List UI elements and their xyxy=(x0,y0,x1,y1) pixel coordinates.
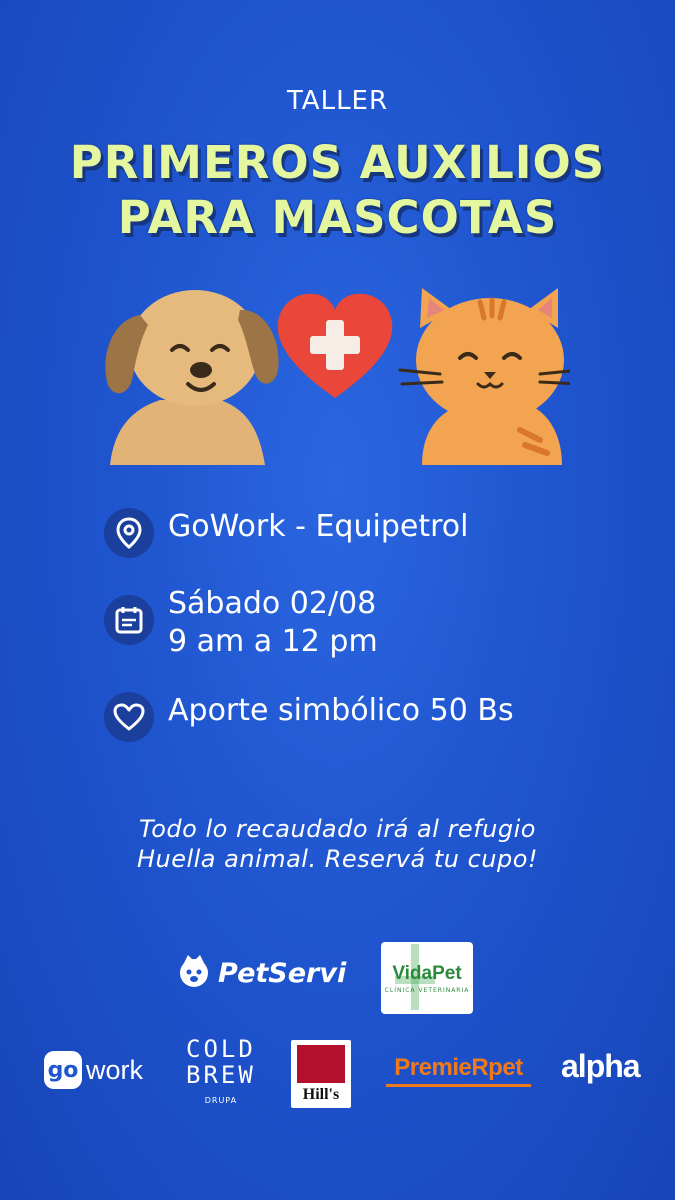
calendar-icon xyxy=(104,595,154,645)
vidapet-subtext: CLÍNICA VETERINARIA xyxy=(384,986,470,994)
location-row: GoWork - Equipetrol xyxy=(104,508,468,558)
price-row: Aporte simbólico 50 Bs xyxy=(104,692,514,742)
coldbrew-line-2: BREW xyxy=(186,1061,256,1089)
pets-illustration xyxy=(105,288,570,465)
heart-cross-icon xyxy=(277,293,393,398)
dog-icon xyxy=(105,290,279,465)
price-text: Aporte simbólico 50 Bs xyxy=(168,693,514,728)
coldbrew-sub: DRUPA xyxy=(204,1096,238,1105)
time-text: 9 am a 12 pm xyxy=(168,624,378,659)
location-pin-icon xyxy=(104,508,154,558)
fundraising-note: Todo lo recaudado irá al refugio Huella … xyxy=(0,814,675,874)
gowork-logo: go work xyxy=(44,1051,143,1089)
dog-paw-icon xyxy=(176,953,212,993)
cat-icon xyxy=(398,288,570,465)
date-row: Sábado 02/08 9 am a 12 pm xyxy=(104,585,378,661)
petservi-logo: PetServi xyxy=(176,953,346,993)
hills-logo: Hill's xyxy=(291,1040,351,1108)
coldbrew-logo: COLD BREW DRUPA xyxy=(186,1036,256,1105)
title-line-2: PARA MASCOTAS xyxy=(117,191,558,244)
hills-emblem-icon xyxy=(297,1045,345,1083)
vidapet-logo: VidaPet CLÍNICA VETERINARIA xyxy=(381,942,473,1014)
event-poster: TALLER PRIMEROS AUXILIOS PARA MASCOTAS G… xyxy=(0,0,675,1200)
alpha-logo: alpha xyxy=(561,1048,641,1084)
heart-icon xyxy=(104,692,154,742)
date-time-text: Sábado 02/08 9 am a 12 pm xyxy=(168,585,378,661)
location-text: GoWork - Equipetrol xyxy=(168,509,469,544)
hills-text: Hill's xyxy=(302,1086,340,1103)
gowork-badge: go xyxy=(44,1051,82,1089)
date-text: Sábado 02/08 xyxy=(168,586,377,621)
premierpet-text: PremieRpet xyxy=(394,1054,523,1081)
coldbrew-line-1: COLD xyxy=(186,1035,256,1063)
eyebrow-label: TALLER xyxy=(286,86,389,116)
note-line-2: Huella animal. Reservá tu cupo! xyxy=(136,845,539,873)
gowork-text: work xyxy=(86,1054,144,1085)
premierpet-logo: PremieRpet xyxy=(386,1054,531,1087)
vidapet-text: VidaPet xyxy=(392,962,462,984)
note-line-1: Todo lo recaudado irá al refugio xyxy=(139,815,536,843)
title-line-1: PRIMEROS AUXILIOS xyxy=(69,136,606,189)
petservi-text: PetServi xyxy=(218,957,347,989)
